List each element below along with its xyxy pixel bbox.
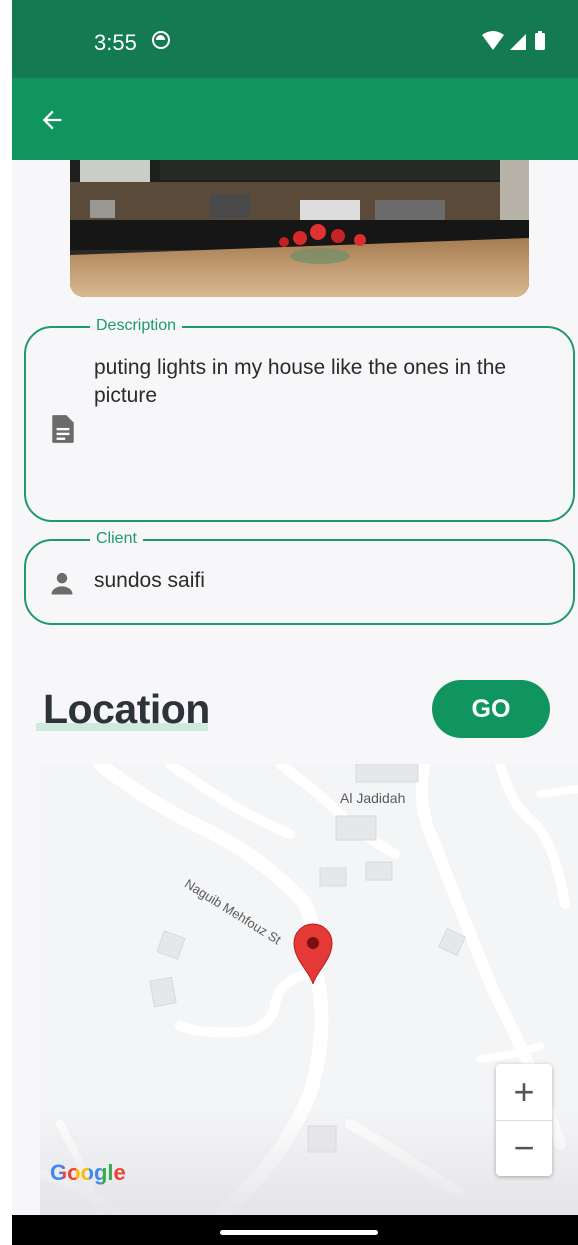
arrow-left-icon: [42, 110, 62, 130]
google-logo[interactable]: Google: [50, 1160, 126, 1186]
description-label: Description: [90, 316, 183, 336]
map-view[interactable]: Al Jadidah Naguib Mehfouz St + − Google: [40, 764, 578, 1215]
location-title: Location: [43, 686, 210, 732]
location-pin-icon[interactable]: [292, 922, 334, 984]
person-icon: [51, 572, 73, 595]
battery-icon: [535, 33, 545, 50]
zoom-out-button[interactable]: −: [496, 1120, 552, 1176]
signal-icon: [510, 34, 526, 50]
client-field[interactable]: Client sundos saifi: [24, 529, 575, 625]
status-bar: 3:55: [12, 0, 578, 78]
google-logo-text: Google: [50, 1160, 126, 1185]
description-value: puting lights in my house like the ones …: [94, 356, 507, 407]
back-button[interactable]: [30, 98, 74, 142]
document-icon: [52, 415, 74, 443]
status-time: 3:55: [94, 30, 137, 55]
request-photo: [70, 160, 529, 297]
map-label-area: Al Jadidah: [340, 790, 406, 806]
go-button[interactable]: GO: [432, 680, 550, 738]
app-bar: [12, 78, 578, 160]
wifi-icon: [482, 31, 504, 50]
client-label: Client: [90, 529, 143, 549]
description-field[interactable]: Description puting lights in my house li…: [24, 316, 575, 522]
screen: 3:55 Description puting lights in my hou…: [12, 0, 578, 1245]
home-gesture-handle[interactable]: [220, 1230, 378, 1235]
zoom-in-button[interactable]: +: [496, 1064, 552, 1121]
notification-app-icon: [152, 31, 170, 49]
status-icons: [482, 31, 545, 50]
client-value: sundos saifi: [94, 569, 205, 592]
system-navigation-bar: [12, 1215, 578, 1245]
zoom-controls: + −: [496, 1064, 552, 1176]
